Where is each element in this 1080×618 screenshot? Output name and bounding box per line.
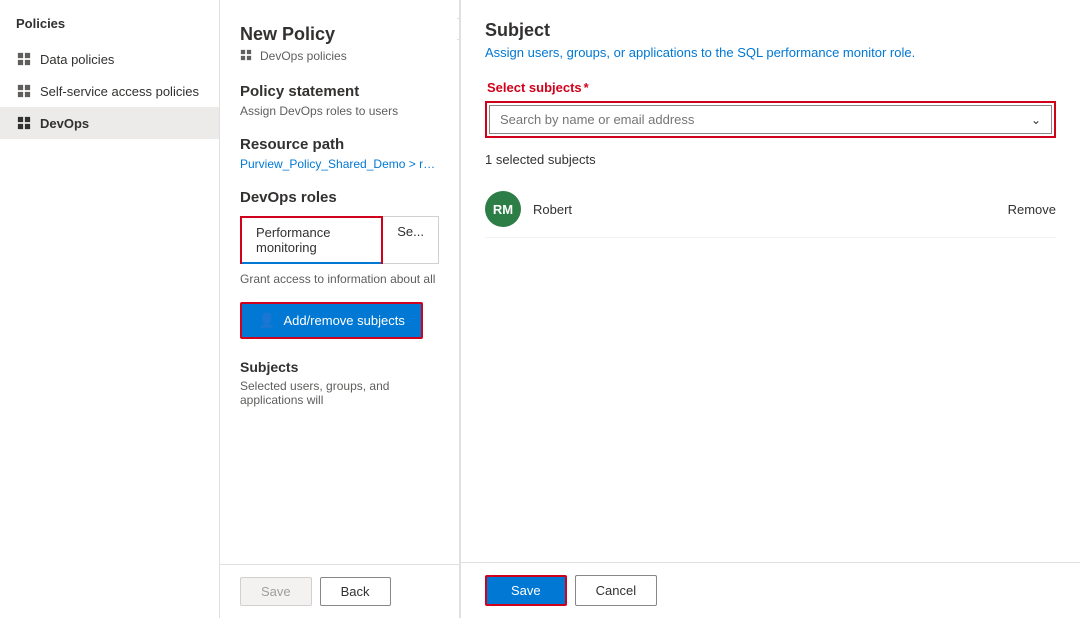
subjects-desc: Selected users, groups, and applications… bbox=[240, 379, 439, 407]
sidebar-item-label: Self-service access policies bbox=[40, 84, 199, 99]
panel-title: Subject bbox=[485, 20, 1056, 41]
breadcrumb-label: DevOps policies bbox=[260, 49, 347, 63]
policy-statement-desc: Assign DevOps roles to users bbox=[240, 104, 439, 118]
breadcrumb: DevOps policies bbox=[240, 49, 439, 63]
subject-row: RM Robert Remove bbox=[485, 181, 1056, 238]
sidebar-item-label: Data policies bbox=[40, 52, 114, 67]
add-remove-subjects-button[interactable]: 👤 Add/remove subjects bbox=[240, 302, 423, 339]
panel-subtitle: Assign users, groups, or applications to… bbox=[485, 45, 1056, 60]
sidebar-item-devops[interactable]: DevOps bbox=[0, 107, 219, 139]
tab-second[interactable]: Se... bbox=[383, 216, 439, 264]
new-policy-title: New Policy bbox=[240, 24, 439, 45]
chevron-down-icon[interactable]: ⌄ bbox=[1031, 113, 1041, 127]
panel-cancel-button[interactable]: Cancel bbox=[575, 575, 657, 606]
devops-roles-title: DevOps roles bbox=[240, 189, 439, 206]
selected-count: 1 selected subjects bbox=[485, 152, 1056, 167]
sidebar-item-label: DevOps bbox=[40, 116, 89, 131]
role-description: Grant access to information about all bbox=[240, 272, 439, 286]
person-icon: 👤 bbox=[258, 312, 275, 329]
roles-tabs: Performance monitoring Se... bbox=[240, 216, 439, 264]
main-content: « New Policy DevOps policies Policy stat… bbox=[220, 0, 460, 618]
main-save-button: Save bbox=[240, 577, 312, 606]
subject-name: Robert bbox=[533, 202, 996, 217]
select-subjects-label: Select subjects* bbox=[485, 80, 1056, 95]
main-bottom-actions: Save Back bbox=[220, 564, 459, 618]
sidebar-item-data-policies[interactable]: Data policies bbox=[0, 43, 219, 75]
grid-icon bbox=[16, 115, 32, 131]
breadcrumb-icon bbox=[240, 49, 254, 63]
remove-button[interactable]: Remove bbox=[1008, 202, 1056, 217]
search-box: ⌄ bbox=[489, 105, 1052, 134]
avatar: RM bbox=[485, 191, 521, 227]
sidebar-header: Policies bbox=[0, 8, 219, 43]
resource-path-value: Purview_Policy_Shared_Demo > rele bbox=[240, 157, 439, 171]
tab-performance-monitoring[interactable]: Performance monitoring bbox=[240, 216, 383, 264]
subjects-title: Subjects bbox=[240, 359, 439, 375]
add-remove-label: Add/remove subjects bbox=[283, 313, 404, 328]
search-input[interactable] bbox=[500, 112, 1031, 127]
subject-panel: Subject Assign users, groups, or applica… bbox=[460, 0, 1080, 618]
panel-bottom-actions: Save Cancel bbox=[461, 562, 1080, 618]
back-button[interactable]: Back bbox=[320, 577, 391, 606]
policy-statement-title: Policy statement bbox=[240, 83, 439, 100]
sidebar: Policies Data policies Self-service acce… bbox=[0, 0, 220, 618]
grid-icon bbox=[16, 83, 32, 99]
resource-path-title: Resource path bbox=[240, 136, 439, 153]
sidebar-item-self-service[interactable]: Self-service access policies bbox=[0, 75, 219, 107]
grid-icon bbox=[16, 51, 32, 67]
search-box-wrapper: ⌄ bbox=[485, 101, 1056, 138]
panel-save-button[interactable]: Save bbox=[485, 575, 567, 606]
